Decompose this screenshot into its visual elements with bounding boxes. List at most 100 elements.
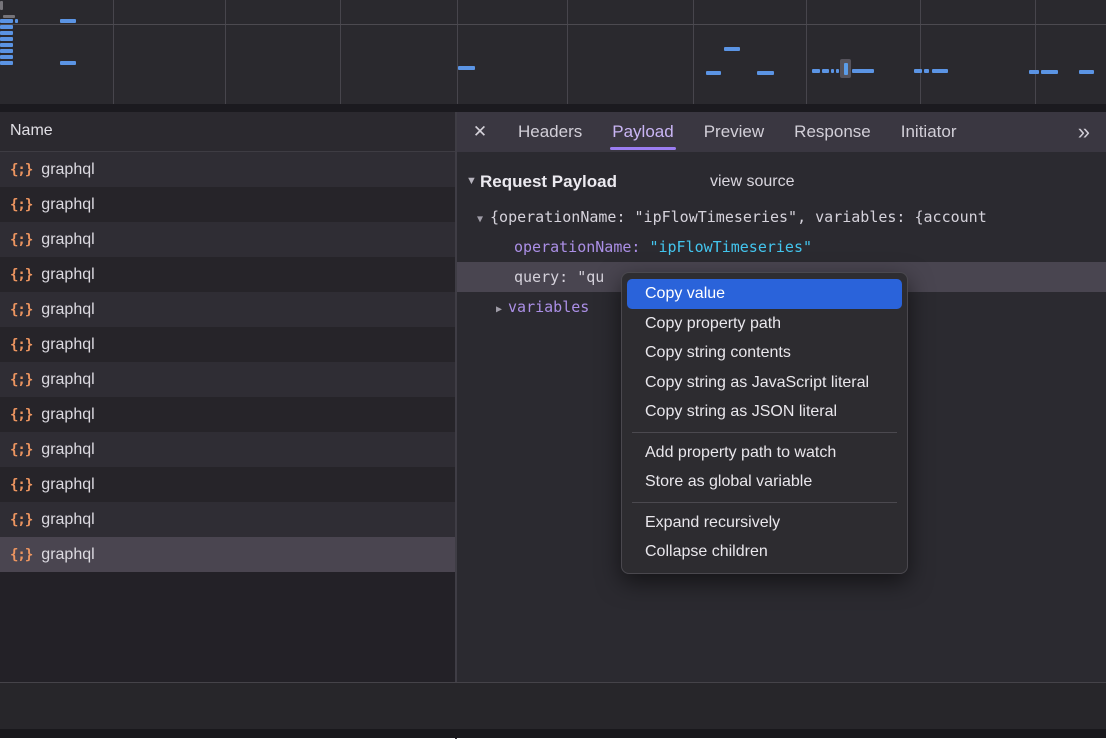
request-row[interactable]: {;} graphql bbox=[0, 187, 455, 222]
waterfall-bar bbox=[822, 69, 829, 73]
menu-item-copy-value[interactable]: Copy value bbox=[627, 279, 902, 309]
waterfall-bar bbox=[0, 1, 3, 10]
request-name: graphql bbox=[41, 336, 94, 354]
tree-row-root[interactable]: ▼{operationName: "ipFlowTimeseries", var… bbox=[457, 202, 1106, 232]
request-row[interactable]: {;}graphql bbox=[0, 432, 455, 467]
menu-item-copy-string-as-javascript-literal[interactable]: Copy string as JavaScript literal bbox=[622, 368, 907, 398]
menu-item-add-property-path-to-watch[interactable]: Add property path to watch bbox=[622, 438, 907, 468]
detail-tabbar: ✕ HeadersPayloadPreviewResponseInitiator… bbox=[457, 112, 1106, 152]
waterfall-bar bbox=[706, 71, 721, 75]
waterfall-bar bbox=[836, 69, 839, 73]
summary-bar bbox=[0, 683, 1106, 729]
overview-gridline bbox=[340, 0, 341, 104]
request-name: graphql bbox=[41, 546, 94, 564]
request-row[interactable]: {;} graphql bbox=[0, 467, 455, 502]
menu-item-store-as-global-variable[interactable]: Store as global variable bbox=[622, 467, 907, 497]
json-braces-icon: {;} bbox=[10, 162, 32, 178]
request-name: graphql bbox=[41, 266, 94, 284]
property-key: operationName: bbox=[514, 238, 640, 256]
request-row[interactable]: {;} graphql bbox=[0, 292, 455, 327]
menu-item-collapse-children[interactable]: Collapse children bbox=[622, 537, 907, 567]
waterfall-bar bbox=[852, 69, 874, 73]
name-column-label: Name bbox=[0, 112, 455, 150]
root-object-preview: {operationName: "ipFlowTimeseries", vari… bbox=[483, 208, 987, 226]
waterfall-bar bbox=[0, 43, 13, 47]
tab-headers[interactable]: Headers bbox=[503, 112, 597, 152]
network-overview[interactable] bbox=[0, 0, 1106, 104]
collapse-triangle-icon[interactable]: ▼ bbox=[466, 175, 477, 187]
request-name: graphql bbox=[41, 196, 94, 214]
waterfall-bar bbox=[3, 15, 15, 18]
tab-initiator[interactable]: Initiator bbox=[886, 112, 972, 152]
waterfall-bar bbox=[0, 31, 13, 35]
waterfall-bar bbox=[1029, 70, 1039, 74]
json-braces-icon: {;} bbox=[10, 267, 32, 283]
tab-list: HeadersPayloadPreviewResponseInitiator bbox=[503, 112, 971, 152]
request-row[interactable]: {;} graphql bbox=[0, 257, 455, 292]
window-bottom-edge bbox=[0, 729, 1106, 738]
request-name: graphql bbox=[41, 441, 94, 459]
menu-item-expand-recursively[interactable]: Expand recursively bbox=[622, 508, 907, 538]
waterfall-bar bbox=[458, 66, 475, 70]
overview-gridline bbox=[806, 0, 807, 104]
tab-response[interactable]: Response bbox=[779, 112, 886, 152]
request-payload-section-header[interactable]: ▼ Request Payload view source bbox=[457, 170, 1106, 194]
request-row[interactable]: {;} graphql bbox=[0, 327, 455, 362]
waterfall-bar bbox=[932, 69, 948, 73]
overview-gridline bbox=[693, 0, 694, 104]
overview-bottom-edge bbox=[0, 104, 1106, 112]
overview-gridline bbox=[113, 0, 114, 104]
request-row[interactable]: {;}graphql bbox=[0, 362, 455, 397]
json-braces-icon: {;} bbox=[10, 232, 32, 248]
request-name: graphql bbox=[41, 161, 94, 179]
expander-down-icon[interactable]: ▼ bbox=[457, 214, 483, 225]
request-row[interactable]: {;} graphql bbox=[0, 537, 455, 572]
waterfall-bar bbox=[1041, 70, 1058, 74]
name-column-header[interactable]: Name bbox=[0, 112, 455, 152]
waterfall-bar bbox=[0, 37, 13, 41]
waterfall-bar bbox=[724, 47, 740, 51]
json-braces-icon: {;} bbox=[10, 512, 32, 528]
request-row[interactable]: {;}graphql bbox=[0, 502, 455, 537]
menu-separator bbox=[632, 432, 897, 433]
timeline-marker-tick bbox=[844, 63, 848, 75]
section-title: Request Payload bbox=[480, 170, 617, 194]
menu-item-copy-property-path[interactable]: Copy property path bbox=[622, 309, 907, 339]
json-braces-icon: {;} bbox=[10, 337, 32, 353]
tab-preview[interactable]: Preview bbox=[689, 112, 779, 152]
waterfall-bar bbox=[60, 19, 76, 23]
property-value: "ipFlowTimeseries" bbox=[649, 238, 812, 256]
waterfall-bar bbox=[812, 69, 820, 73]
query-text-left: query: "qu bbox=[457, 268, 604, 286]
menu-item-copy-string-as-json-literal[interactable]: Copy string as JSON literal bbox=[622, 397, 907, 427]
waterfall-bar bbox=[0, 25, 13, 29]
waterfall-bar bbox=[0, 61, 13, 65]
timeline-marker bbox=[840, 59, 851, 78]
request-name: graphql bbox=[41, 301, 94, 319]
tab-payload[interactable]: Payload bbox=[597, 112, 688, 152]
json-braces-icon: {;} bbox=[10, 547, 32, 563]
overview-midline bbox=[0, 24, 1106, 25]
waterfall-bar bbox=[757, 71, 774, 75]
request-row[interactable]: {;}graphql bbox=[0, 222, 455, 257]
waterfall-bar bbox=[914, 69, 922, 73]
more-tabs-icon[interactable]: » bbox=[1078, 112, 1090, 152]
devtools-window: Name {;} graphql {;} graphql {;} graphql {;} gr… bbox=[0, 0, 1106, 738]
request-row[interactable]: {;} graphql bbox=[0, 152, 455, 187]
request-name: graphql bbox=[41, 406, 94, 424]
json-braces-icon: {;} bbox=[10, 372, 32, 388]
overview-gridline bbox=[225, 0, 226, 104]
view-source-link[interactable]: view source bbox=[710, 170, 794, 194]
json-braces-icon: {;} bbox=[10, 197, 32, 213]
request-name: graphql bbox=[41, 476, 94, 494]
json-braces-icon: {;} bbox=[10, 407, 32, 423]
close-icon[interactable]: ✕ bbox=[457, 122, 503, 142]
menu-item-copy-string-contents[interactable]: Copy string contents bbox=[622, 338, 907, 368]
waterfall-bar bbox=[0, 55, 13, 59]
context-menu: Copy valueCopy property pathCopy string … bbox=[621, 272, 908, 574]
json-braces-icon: {;} bbox=[10, 477, 32, 493]
tree-row-operation-name[interactable]: operationName: "ipFlowTimeseries" bbox=[457, 232, 1106, 262]
request-row[interactable]: {;} graphql bbox=[0, 397, 455, 432]
json-braces-icon: {;} bbox=[10, 302, 32, 318]
expander-right-icon[interactable]: ▶ bbox=[457, 304, 502, 315]
